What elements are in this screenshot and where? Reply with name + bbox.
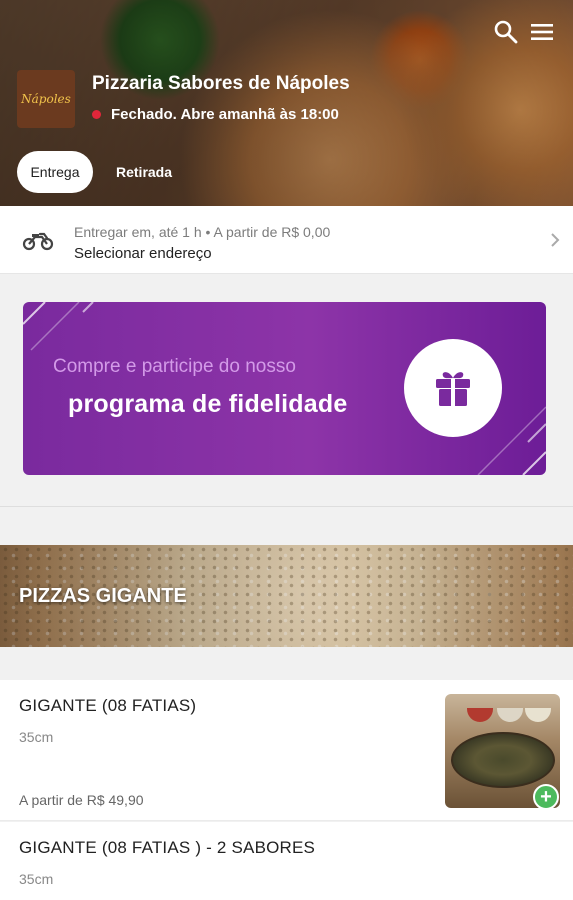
restaurant-name: Pizzaria Sabores de Nápoles [92, 73, 350, 94]
gift-icon [436, 372, 470, 406]
status-text: Fechado. Abre amanhã às 18:00 [111, 106, 339, 123]
motorcycle-icon [22, 232, 54, 251]
tab-entrega[interactable]: Entrega [17, 151, 93, 193]
banner-title: programa de fidelidade [68, 390, 348, 418]
category-banner[interactable]: PIZZAS GIGANTE [0, 545, 573, 647]
store-header: Nápoles Pizzaria Sabores de Nápoles Fech… [0, 0, 573, 206]
restaurant-logo: Nápoles [17, 70, 75, 128]
logo-text: Nápoles [21, 92, 71, 106]
status-dot-icon [92, 110, 101, 119]
gift-badge [404, 339, 502, 437]
product-name: GIGANTE (08 FATIAS) [19, 696, 197, 715]
delivery-address-row[interactable]: Entregar em, até 1 h • A partir de R$ 0,… [0, 206, 573, 274]
search-icon[interactable] [492, 18, 520, 46]
product-size: 35cm [19, 729, 54, 745]
product-item[interactable]: GIGANTE (08 FATIAS) 35cm A partir de R$ … [0, 680, 573, 821]
menu-icon[interactable] [528, 18, 556, 46]
section-divider [0, 506, 573, 507]
loyalty-program-banner[interactable]: Compre e participe do nosso programa de … [23, 302, 546, 475]
category-title: PIZZAS GIGANTE [19, 585, 187, 607]
banner-subtitle: Compre e participe do nosso [53, 356, 296, 377]
store-status: Fechado. Abre amanhã às 18:00 [92, 106, 339, 123]
tab-retirada[interactable]: Retirada [116, 151, 172, 193]
product-size: 35cm [19, 871, 54, 887]
delivery-info: Entregar em, até 1 h • A partir de R$ 0,… [74, 224, 331, 240]
product-price: A partir de R$ 49,90 [19, 792, 144, 808]
product-name: GIGANTE (08 FATIAS ) - 2 SABORES [19, 838, 316, 857]
select-address-label: Selecionar endereço [74, 245, 212, 262]
add-to-cart-button[interactable]: + [533, 784, 559, 810]
product-item[interactable]: GIGANTE (08 FATIAS ) - 2 SABORES 35cm [0, 822, 573, 900]
chevron-right-icon [551, 233, 560, 247]
